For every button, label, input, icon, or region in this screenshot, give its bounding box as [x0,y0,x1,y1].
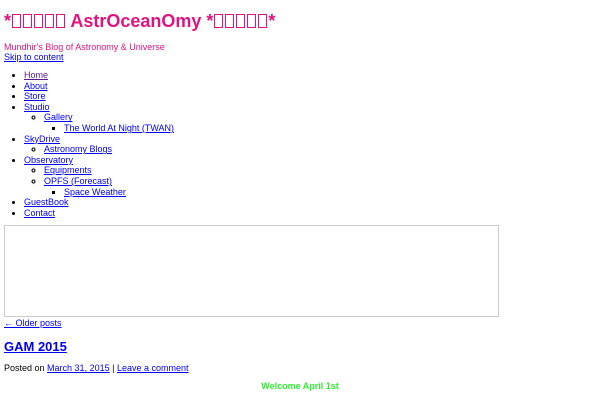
nav-item-home: Home [24,70,174,81]
main-navigation: Home About Store Studio Gallery The Worl… [4,70,174,218]
nav-link-contact[interactable]: Contact [24,208,55,218]
nav-item-guestbook: GuestBook [24,197,174,208]
nav-item-opfs: OPFS (Forecast) Space Weather [44,176,174,197]
nav-link-equipments[interactable]: Equipments [44,165,92,175]
nav-link-about[interactable]: About [24,81,48,91]
nav-item-about: About [24,81,174,92]
title-suffix: * [268,11,276,31]
post-title-link[interactable]: GAM 2015 [4,339,67,354]
older-posts-link[interactable]: ← Older posts [4,318,62,329]
missing-glyph-icon [258,14,268,28]
nav-item-contact: Contact [24,208,174,219]
posted-on-label: Posted on [4,363,45,373]
nav-link-space-weather[interactable]: Space Weather [64,187,126,197]
post-title: GAM 2015 [4,339,67,355]
nav-link-gallery[interactable]: Gallery [44,112,73,122]
nav-submenu-observatory: Equipments OPFS (Forecast) Space Weather [24,165,174,197]
nav-item-skydrive: SkyDrive Astronomy Blogs [24,134,174,155]
nav-link-skydrive[interactable]: SkyDrive [24,134,60,144]
nav-link-astronomy-blogs[interactable]: Astronomy Blogs [44,144,112,154]
site-title[interactable]: * AstrOceanOmy * * [4,10,275,32]
missing-glyph-icon [23,14,33,28]
missing-glyph-icon [225,14,235,28]
nav-link-observatory[interactable]: Observatory [24,155,73,165]
nav-submenu-opfs: Space Weather [44,187,174,198]
nav-link-studio[interactable]: Studio [24,102,50,112]
nav-item-studio: Studio Gallery The World At Night (TWAN) [24,102,174,134]
nav-item-observatory: Observatory Equipments OPFS (Forecast) S… [24,155,174,197]
title-suffix-a: * [206,11,214,31]
nav-submenu-studio: Gallery The World At Night (TWAN) [24,112,174,133]
leave-comment-link[interactable]: Leave a comment [117,363,189,373]
nav-link-store[interactable]: Store [24,91,46,101]
missing-glyph-icon [236,14,246,28]
nav-submenu-skydrive: Astronomy Blogs [24,144,174,155]
nav-link-home[interactable]: Home [24,70,48,80]
meta-separator: | [112,363,115,373]
nav-menu: Home About Store Studio Gallery The Worl… [4,70,174,218]
entry-meta: Posted on March 31, 2015 | Leave a comme… [4,363,189,374]
missing-glyph-icon [214,14,224,28]
site-title-text[interactable]: AstrOceanOmy [66,11,206,31]
nav-item-gallery: Gallery The World At Night (TWAN) [44,112,174,133]
title-prefix: * [4,11,12,31]
header-image-placeholder [4,225,499,317]
post-date-link[interactable]: March 31, 2015 [47,363,110,373]
missing-glyph-icon [45,14,55,28]
missing-glyph-icon [247,14,257,28]
missing-glyph-icon [34,14,44,28]
page: * AstrOceanOmy * * Mundhir's Blog of Astr… [0,0,600,400]
nav-item-astronomy-blogs: Astronomy Blogs [44,144,174,155]
nav-link-twan[interactable]: The World At Night (TWAN) [64,123,174,133]
nav-item-twan: The World At Night (TWAN) [64,123,174,134]
missing-glyph-icon [12,14,22,28]
nav-submenu-gallery: The World At Night (TWAN) [44,123,174,134]
nav-link-guestbook[interactable]: GuestBook [24,197,69,207]
nav-link-opfs[interactable]: OPFS (Forecast) [44,176,112,186]
entry-heading: Welcome April 1st [261,381,339,391]
skip-to-content-link[interactable]: Skip to content [4,52,64,63]
nav-item-store: Store [24,91,174,102]
missing-glyph-icon [56,14,66,28]
nav-item-space-weather: Space Weather [64,187,174,198]
nav-item-equipments: Equipments [44,165,174,176]
